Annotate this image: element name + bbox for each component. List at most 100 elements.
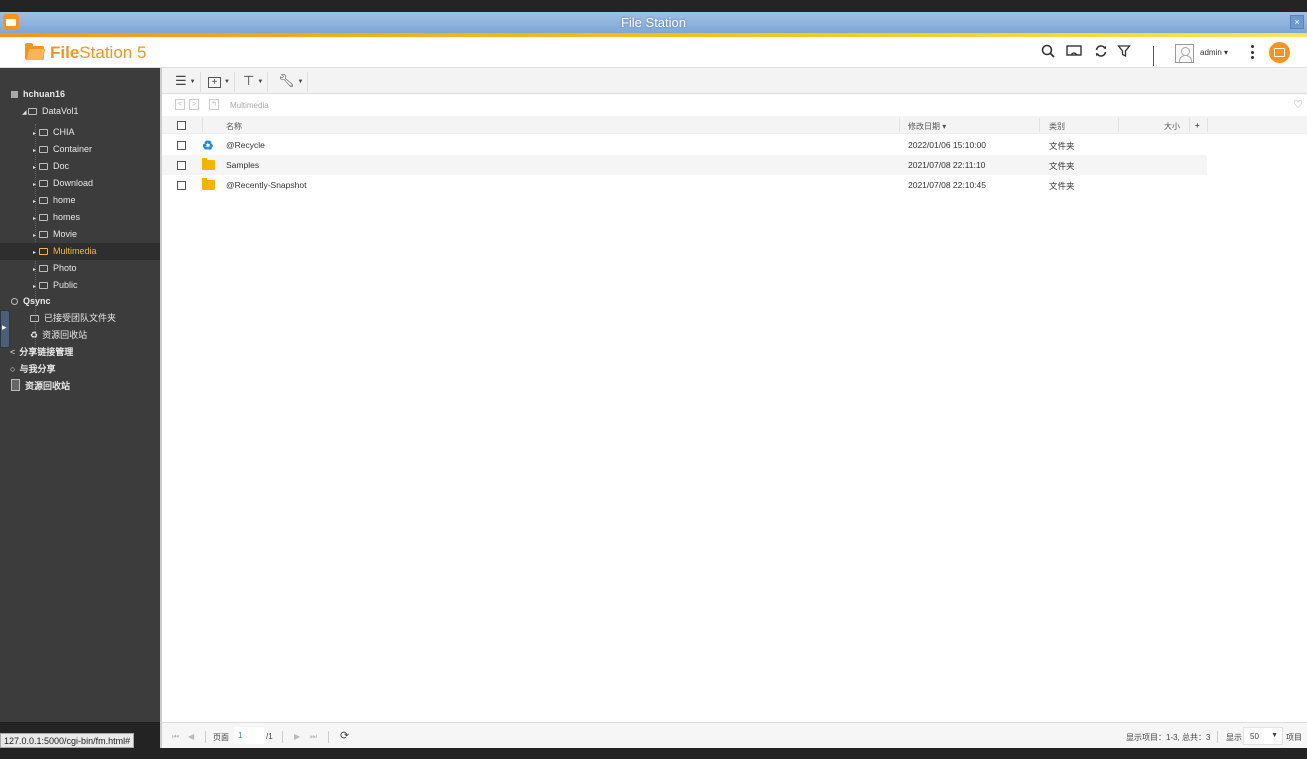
sidebar-item-folder[interactable]: ▸ Doc [0, 158, 160, 175]
back-button[interactable]: < [175, 99, 185, 110]
page-number-input[interactable] [234, 727, 264, 744]
last-page-button[interactable]: ⏭ [310, 732, 317, 742]
caret-icon: ▼ [257, 79, 264, 85]
favorite-icon[interactable]: ♡ [1293, 98, 1303, 111]
folder-icon [39, 248, 48, 255]
row-checkbox[interactable] [177, 181, 186, 190]
logo-text: Station 5 [79, 43, 147, 62]
folder-label: Movie [53, 229, 78, 239]
file-name[interactable]: Samples [226, 160, 259, 170]
create-folder-button[interactable]: + ▼ [208, 72, 235, 92]
filter-icon[interactable] [1116, 44, 1132, 60]
upload-icon: ⊤ [243, 73, 255, 88]
sidebar-item-folder[interactable]: ▸ Download [0, 175, 160, 192]
file-modified: 2021/07/08 22:10:45 [908, 180, 986, 190]
refresh-icon[interactable] [1093, 44, 1109, 60]
drive-icon [28, 108, 37, 115]
add-column-button[interactable]: + [1195, 121, 1200, 130]
media-cast-icon[interactable] [1066, 44, 1082, 60]
folder-icon [39, 197, 48, 204]
folder-label: home [53, 195, 76, 205]
share-icon: < [10, 347, 16, 357]
column-type[interactable]: 类别 [1049, 121, 1065, 132]
column-divider [202, 118, 203, 132]
upload-button[interactable]: ⊤ ▼ [243, 72, 269, 92]
table-row[interactable]: @Recently-Snapshot 2021/07/08 22:10:45 文件夹 [162, 175, 1207, 195]
shared-with-me-label: 与我分享 [19, 364, 56, 374]
sidebar-item-qsync-recycle[interactable]: ♻ 资源回收站 [0, 327, 160, 344]
toolbar: ☰ ▼ + ▼ ⊤ ▼ 🔧︎ ▼ [162, 68, 1307, 94]
file-name[interactable]: @Recycle [226, 140, 265, 150]
host-label: hchuan16 [23, 89, 66, 99]
sidebar-item-folder[interactable]: ▸ home [0, 192, 160, 209]
table-row[interactable]: ♻ @Recycle 2022/01/06 15:10:00 文件夹 [162, 135, 1207, 155]
sidebar-item-host[interactable]: hchuan16 [0, 86, 160, 103]
sidebar-item-folder[interactable]: ▸ Container [0, 141, 160, 158]
team-folders-label: 已接受团队文件夹 [44, 313, 117, 323]
search-icon[interactable] [1040, 44, 1056, 60]
footer-divider [282, 731, 283, 743]
sidebar-item-folder[interactable]: ▸ Photo [0, 260, 160, 277]
file-modified: 2022/01/06 15:10:00 [908, 140, 986, 150]
view-mode-button[interactable]: ☰ ▼ [175, 72, 201, 92]
sidebar-item-shared-with-me[interactable]: ○ 与我分享 [0, 361, 160, 378]
sidebar-item-share-link[interactable]: < 分享链接管理 [0, 344, 160, 361]
collapse-panel-handle[interactable] [0, 310, 10, 348]
row-checkbox[interactable] [177, 161, 186, 170]
new-folder-icon: + [208, 77, 221, 88]
row-checkbox[interactable] [177, 141, 186, 150]
sidebar-item-folder[interactable]: ▸ Public [0, 277, 160, 294]
column-divider [1118, 118, 1119, 132]
parent-folder-button[interactable]: ↰ [209, 99, 219, 110]
window-titlebar: File Station × [0, 12, 1307, 33]
table-row[interactable]: Samples 2021/07/08 22:11:10 文件夹 [162, 155, 1207, 175]
user-menu[interactable]: admin ▾ [1200, 48, 1228, 57]
file-name[interactable]: @Recently-Snapshot [226, 180, 306, 190]
sidebar-item-folder[interactable]: ▸ Multimedia [0, 243, 160, 260]
sidebar-item-folder[interactable]: ▸ Movie [0, 226, 160, 243]
items-per-page-select[interactable]: 50 ▼ [1243, 727, 1283, 745]
folder-icon [39, 214, 48, 221]
select-all-checkbox[interactable] [177, 121, 186, 130]
sidebar-item-team-folders[interactable]: 已接受团队文件夹 [0, 310, 160, 327]
sidebar-item-qsync[interactable]: Qsync [0, 293, 160, 310]
folder-icon [39, 129, 48, 136]
file-modified: 2021/07/08 22:11:10 [908, 160, 986, 170]
folder-label: Photo [53, 263, 77, 273]
breadcrumb[interactable]: Multimedia [230, 101, 269, 110]
forward-button[interactable]: > [189, 99, 199, 110]
per-page-value: 50 [1250, 732, 1259, 741]
folder-icon [39, 180, 48, 187]
status-url: 127.0.0.1:5000/cgi-bin/fm.html# [0, 733, 135, 748]
folder-label: Public [53, 280, 78, 290]
next-page-button[interactable]: ▶ [294, 732, 300, 741]
column-name[interactable]: 名称 [226, 121, 242, 132]
folder-label: Container [53, 144, 93, 154]
shared-with-me-icon: ○ [10, 364, 16, 374]
sidebar-item-recycle-bin[interactable]: 资源回收站 [0, 378, 160, 395]
app-header: FileStation 5 admin ▾ [0, 37, 1307, 68]
first-page-button[interactable]: ⏮ [172, 732, 179, 742]
background-task-icon[interactable] [1269, 42, 1290, 63]
sidebar-item-volume[interactable]: ◢ DataVol1 [0, 103, 160, 120]
folder-icon [39, 282, 48, 289]
tools-button[interactable]: 🔧︎ ▼ [278, 72, 309, 92]
page-total: /1 [266, 732, 273, 741]
prev-page-button[interactable]: ◀ [188, 732, 194, 741]
refresh-page-icon[interactable]: ⟳ [340, 729, 349, 742]
wrench-icon: 🔧︎ [278, 73, 295, 88]
sidebar: hchuan16 ◢ DataVol1 ▸ CHIA ▸ Container ▸ Doc ▸ D… [0, 68, 160, 722]
close-window-button[interactable]: × [1290, 15, 1304, 29]
column-size[interactable]: 大小 [1164, 121, 1180, 132]
column-divider [1039, 118, 1040, 132]
sidebar-item-folder[interactable]: ▸ homes [0, 209, 160, 226]
show-label: 显示 [1226, 733, 1242, 742]
volume-label: DataVol1 [42, 106, 79, 116]
column-modified[interactable]: 修改日期 ▾ [908, 121, 946, 132]
caret-icon: ▼ [297, 79, 304, 85]
footer-divider [328, 731, 329, 743]
avatar[interactable] [1175, 44, 1194, 63]
sidebar-item-folder[interactable]: ▸ CHIA [0, 124, 160, 141]
more-icon[interactable] [1250, 45, 1254, 59]
folder-icon [202, 178, 215, 190]
